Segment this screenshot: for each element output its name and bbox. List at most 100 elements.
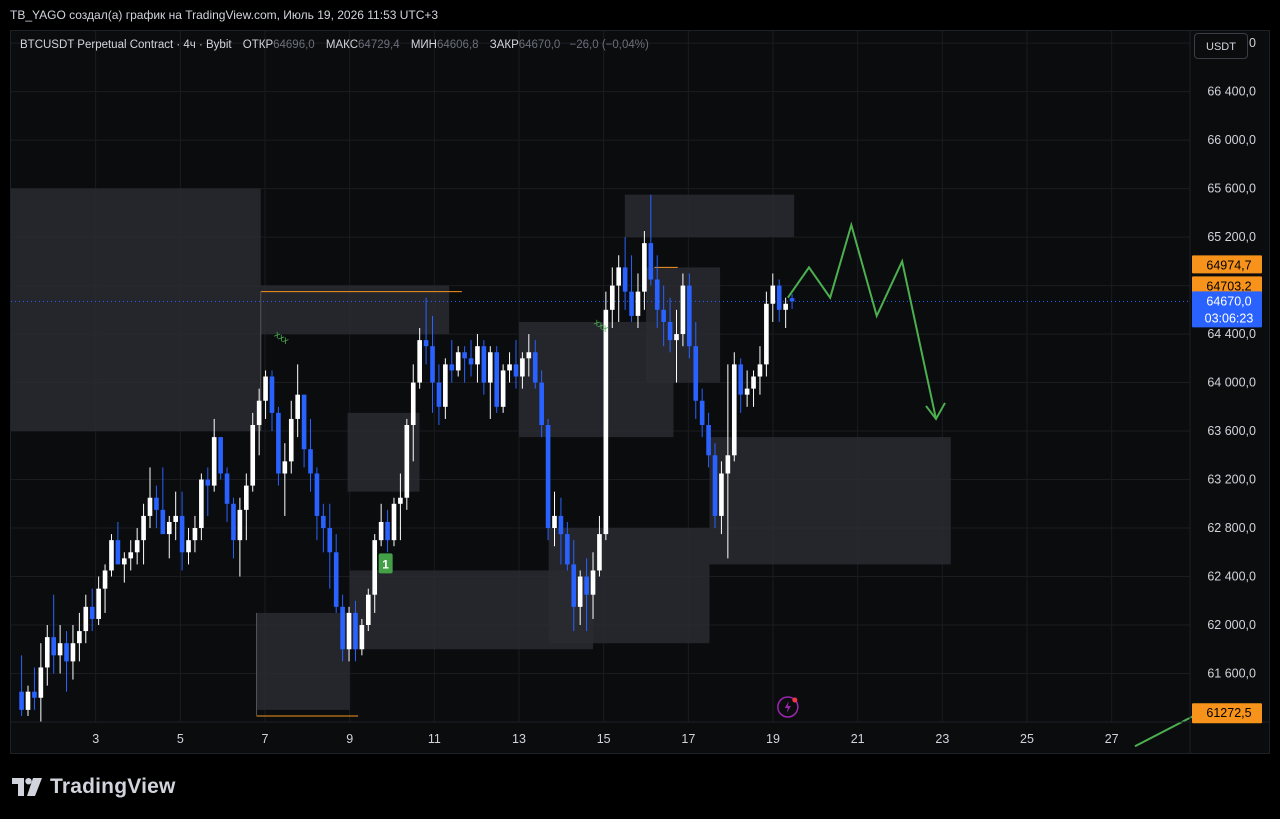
candle-body bbox=[738, 364, 744, 395]
candle-body bbox=[468, 358, 474, 365]
candle-body bbox=[205, 479, 211, 486]
candle bbox=[622, 237, 628, 310]
candle bbox=[327, 503, 333, 589]
candle-body bbox=[776, 285, 782, 310]
candle-body bbox=[494, 352, 500, 407]
candle bbox=[173, 491, 178, 541]
candle bbox=[333, 534, 339, 613]
candle-body bbox=[404, 424, 410, 498]
price-tick-label: 64 000,0 bbox=[1207, 376, 1256, 390]
candle bbox=[443, 358, 448, 419]
candle-body bbox=[70, 643, 76, 662]
candle bbox=[712, 443, 718, 529]
candle-body bbox=[751, 376, 756, 389]
candle bbox=[487, 346, 493, 419]
candle bbox=[57, 625, 63, 674]
candle-body bbox=[770, 285, 776, 304]
time-tick-label: 7 bbox=[262, 732, 269, 746]
candle-body bbox=[455, 352, 461, 371]
candle bbox=[757, 346, 763, 395]
tradingview-icon bbox=[12, 778, 42, 796]
brand-name: TradingView bbox=[50, 775, 176, 798]
candle bbox=[102, 564, 108, 613]
zone-rectangle bbox=[260, 285, 450, 335]
symbol-title: BTCUSDT Perpetual Contract · 4ч · Bybit bbox=[20, 39, 232, 51]
candle bbox=[731, 352, 737, 462]
candle-body bbox=[77, 631, 82, 644]
candle-body bbox=[526, 352, 532, 359]
candle bbox=[629, 255, 634, 322]
candle bbox=[462, 346, 467, 383]
candle-body bbox=[38, 667, 44, 698]
candle-body bbox=[712, 455, 718, 516]
candle bbox=[507, 352, 512, 383]
candlestick-chart[interactable]: xxxxxx166 800,066 400,066 000,065 600,06… bbox=[0, 0, 1280, 819]
price-tick-label: 66 000,0 bbox=[1207, 133, 1256, 147]
candle-body bbox=[237, 509, 243, 541]
candle bbox=[751, 370, 756, 407]
time-tick-label: 17 bbox=[681, 732, 695, 746]
candle-body bbox=[680, 285, 686, 335]
candle-body bbox=[166, 521, 172, 535]
candle-body bbox=[44, 637, 50, 668]
candle bbox=[166, 515, 172, 559]
candle bbox=[391, 497, 397, 547]
candle bbox=[481, 340, 487, 395]
candle-body bbox=[321, 515, 326, 529]
candle bbox=[365, 588, 371, 632]
candle-body bbox=[263, 376, 268, 401]
time-tick-label: 19 bbox=[766, 732, 780, 746]
zone-rectangle bbox=[709, 437, 951, 565]
candle-body bbox=[417, 340, 422, 383]
candle-body bbox=[340, 606, 345, 650]
candle-body bbox=[391, 503, 397, 541]
candle-body bbox=[661, 309, 666, 322]
candle-body bbox=[487, 352, 493, 383]
time-tick-label: 13 bbox=[512, 732, 526, 746]
candle bbox=[147, 467, 153, 529]
candle bbox=[783, 297, 788, 329]
open-label: ОТКР bbox=[242, 39, 274, 51]
candle bbox=[455, 346, 461, 377]
price-tag-low-text: 61272,5 bbox=[1206, 706, 1251, 720]
time-tick-label: 15 bbox=[597, 732, 611, 746]
close-value: 64670,0 bbox=[518, 39, 561, 51]
candle bbox=[109, 534, 114, 577]
candle bbox=[70, 625, 76, 680]
low-value: 64606,8 bbox=[436, 39, 479, 51]
price-tick-label: 65 200,0 bbox=[1207, 230, 1256, 244]
candle bbox=[237, 497, 243, 577]
candle-body bbox=[295, 394, 300, 419]
candle-body bbox=[513, 364, 519, 377]
candle bbox=[417, 328, 422, 389]
candle bbox=[51, 594, 56, 674]
candle-body bbox=[359, 625, 365, 650]
candle bbox=[205, 467, 211, 516]
candle-body bbox=[629, 291, 634, 316]
price-tag-current-text: 64670,0 bbox=[1206, 294, 1251, 308]
candle-body bbox=[757, 364, 763, 377]
time-tick-label: 5 bbox=[177, 732, 184, 746]
candle bbox=[494, 346, 500, 413]
close-label: ЗАКР bbox=[489, 39, 519, 51]
candle bbox=[243, 473, 249, 541]
price-tick-label: 61 600,0 bbox=[1207, 667, 1256, 681]
low-label: МИН bbox=[410, 39, 437, 51]
candle bbox=[38, 643, 44, 722]
time-tick-label: 23 bbox=[935, 732, 949, 746]
candle-body bbox=[308, 449, 313, 474]
candle bbox=[635, 273, 641, 329]
currency-button[interactable]: USDT bbox=[1194, 33, 1248, 59]
candle-body bbox=[134, 540, 140, 553]
time-tick-label: 9 bbox=[346, 732, 353, 746]
tradingview-logo[interactable]: TradingView bbox=[12, 774, 176, 800]
candle-body bbox=[218, 437, 223, 474]
candle-body bbox=[616, 267, 622, 286]
time-tick-label: 25 bbox=[1020, 732, 1034, 746]
candle-body bbox=[558, 515, 564, 535]
candle-body bbox=[346, 612, 352, 650]
candle bbox=[468, 340, 474, 377]
candle bbox=[475, 334, 480, 383]
candle bbox=[160, 467, 166, 535]
candle-body bbox=[443, 364, 448, 407]
